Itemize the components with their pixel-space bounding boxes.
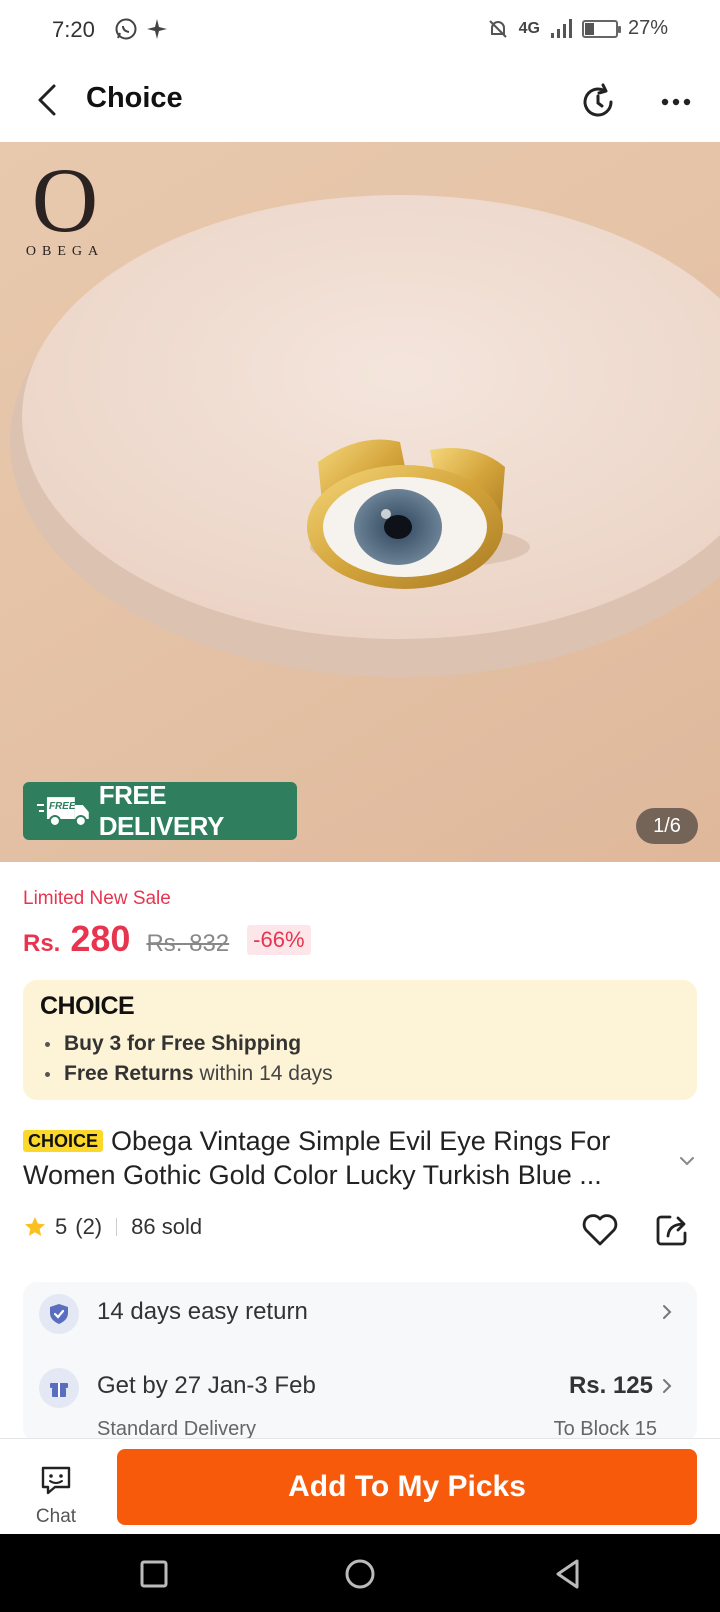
heart-icon[interactable] (579, 1208, 621, 1250)
signal-icon (550, 18, 572, 38)
chevron-down-icon[interactable] (676, 1150, 698, 1172)
brand-logo: O OBEGA (22, 149, 108, 260)
truck-icon: FREE (36, 797, 89, 827)
status-bar: 7:20 4G 27% (0, 0, 720, 60)
share-icon[interactable] (652, 1210, 692, 1250)
free-delivery-label: FREE DELIVERY (98, 780, 225, 841)
back-arrow-icon[interactable] (30, 80, 70, 120)
benefit-returns: Free Returns within 14 days (45, 1062, 333, 1086)
sale-label: Limited New Sale (23, 888, 171, 909)
sold-count: 86 sold (131, 1214, 203, 1239)
benefit-returns-rest: within 14 days (199, 1062, 333, 1085)
brand-letter: O (31, 149, 99, 251)
delivery-estimate: Get by 27 Jan-3 Feb (97, 1372, 316, 1399)
choice-logo: CHOICE (40, 992, 135, 1020)
choice-badge: CHOICE (23, 1130, 104, 1152)
product-title-text: Obega Vintage Simple Evil Eye Rings For … (23, 1126, 611, 1190)
current-price: 280 (70, 918, 131, 959)
delivery-price: Rs. 125 (568, 1372, 653, 1399)
product-title: CHOICE Obega Vintage Simple Evil Eye Ring… (23, 1124, 663, 1192)
chat-icon (41, 1466, 71, 1495)
price-row: Rs. 280 Rs. 832 -66% (23, 918, 311, 960)
bottom-action-bar: Chat Add To My Picks (0, 1438, 720, 1534)
original-price: Rs. 832 (146, 930, 230, 957)
status-time: 7:20 (52, 17, 95, 42)
header: Choice (0, 60, 720, 142)
product-image[interactable]: O OBEGA FREE FREE DELIVERY 1/6 (0, 142, 720, 862)
divider (116, 1218, 118, 1236)
page-title: Choice (86, 82, 183, 114)
refresh-icon[interactable] (578, 82, 618, 122)
back-icon[interactable] (550, 1556, 586, 1592)
benefit-shipping: Buy 3 for Free Shipping (45, 1032, 307, 1056)
rating-row[interactable]: 5 (2) 86 sold (23, 1214, 202, 1240)
price-currency: Rs. (23, 930, 61, 957)
more-icon[interactable] (656, 82, 696, 122)
recents-icon[interactable] (136, 1556, 172, 1592)
benefit-shipping-bold: Buy 3 for (64, 1032, 156, 1055)
free-tag: FREE (49, 801, 76, 812)
discount-badge: -66% (247, 925, 311, 955)
service-card: 14 days easy return Get by 27 Jan-3 Feb … (23, 1282, 697, 1442)
home-icon[interactable] (342, 1556, 378, 1592)
chevron-right-icon (663, 1379, 672, 1393)
shield-icon (39, 1294, 79, 1334)
add-to-picks-button[interactable]: Add To My Picks (117, 1449, 697, 1525)
sparkle-icon (147, 19, 167, 39)
benefit-shipping-rest: Free Shipping (161, 1032, 302, 1055)
brand-name: OBEGA (25, 244, 105, 259)
system-nav-bar (0, 1534, 720, 1612)
gift-box-icon (39, 1368, 79, 1408)
return-policy-row[interactable]: 14 days easy return (23, 1282, 697, 1342)
chevron-right-icon (663, 1305, 672, 1319)
free-delivery-badge: FREE FREE DELIVERY (23, 780, 297, 841)
benefit-returns-bold: Free Returns (64, 1062, 194, 1085)
battery-icon (581, 19, 621, 38)
chat-label: Chat (35, 1506, 77, 1527)
whatsapp-icon (115, 18, 137, 40)
image-counter: 1/6 (636, 808, 698, 844)
ring-photo (10, 195, 720, 677)
rating-value: 5 (55, 1214, 68, 1239)
choice-benefits[interactable]: CHOICE Buy 3 for Free Shipping Free Retu… (23, 980, 697, 1100)
return-policy-text: 14 days easy return (97, 1298, 308, 1325)
network-type: 4G (518, 19, 540, 37)
bell-off-icon (488, 19, 507, 38)
battery-percent: 27% (627, 17, 668, 39)
star-icon (25, 1217, 45, 1236)
chat-button[interactable]: Chat (26, 1459, 86, 1529)
delivery-row[interactable]: Get by 27 Jan-3 Feb Standard Delivery Rs… (23, 1356, 697, 1442)
review-count: (2) (75, 1214, 103, 1239)
